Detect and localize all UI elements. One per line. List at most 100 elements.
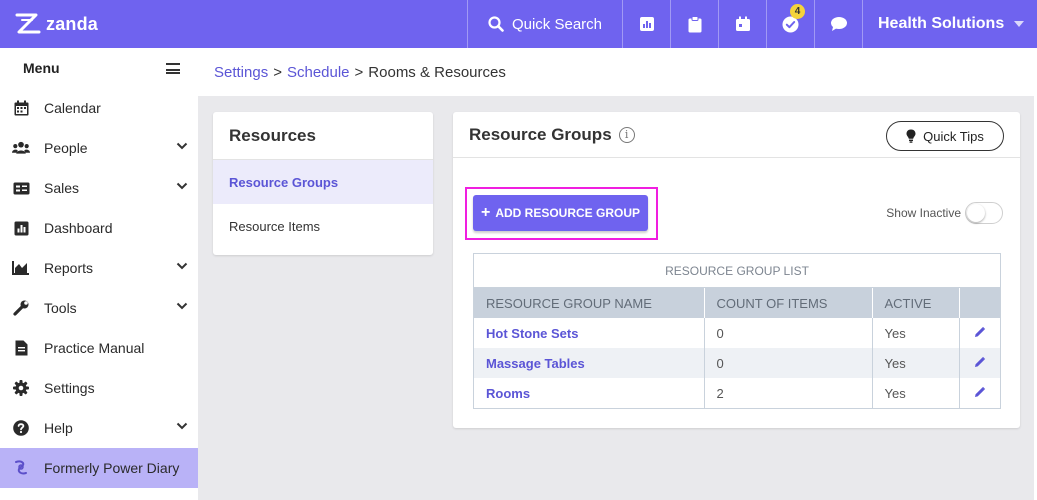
zanda-logo-mark-icon bbox=[15, 13, 41, 34]
sidebar-item-dashboard[interactable]: Dashboard bbox=[0, 208, 198, 248]
tasks-count-badge: 4 bbox=[790, 4, 805, 19]
sidebar-item-calendar[interactable]: Calendar bbox=[0, 88, 198, 128]
page-title: Resource Groups bbox=[469, 124, 612, 144]
sidebar: Menu Calendar People Sales Dashboard Rep… bbox=[0, 48, 198, 500]
pencil-icon bbox=[974, 326, 985, 337]
breadcrumb-separator: > bbox=[354, 63, 364, 81]
dashboard-icon bbox=[12, 219, 30, 237]
resources-panel: Resources Resource Groups Resource Items bbox=[213, 112, 433, 255]
resource-group-list: RESOURCE GROUP NAME COUNT OF ITEMS ACTIV… bbox=[474, 288, 1000, 408]
sidebar-item-label: Help bbox=[44, 420, 73, 436]
calendar-button[interactable] bbox=[718, 0, 766, 48]
clipboard-button[interactable] bbox=[670, 0, 718, 48]
hamburger-menu-icon[interactable] bbox=[166, 63, 180, 74]
calendar-icon bbox=[12, 99, 30, 117]
sidebar-item-label: Sales bbox=[44, 180, 80, 196]
sidebar-item-tools[interactable]: Tools bbox=[0, 288, 198, 328]
calendar-icon bbox=[735, 16, 750, 31]
resource-groups-panel: Resource Groups i Quick Tips + ADD RESOU… bbox=[453, 112, 1020, 428]
wrench-icon bbox=[12, 299, 30, 317]
column-header-count[interactable]: COUNT OF ITEMS bbox=[704, 288, 873, 318]
edit-button[interactable] bbox=[959, 348, 1000, 378]
sidebar-menu-header: Menu bbox=[0, 48, 198, 88]
quick-search-label: Quick Search bbox=[511, 15, 603, 33]
add-resource-group-button[interactable]: + ADD RESOURCE GROUP bbox=[473, 195, 648, 231]
add-resource-group-label: ADD RESOURCE GROUP bbox=[495, 206, 641, 220]
table-caption: RESOURCE GROUP LIST bbox=[474, 254, 1000, 288]
sidebar-item-formerly-power-diary[interactable]: Formerly Power Diary bbox=[0, 448, 198, 488]
column-header-name[interactable]: RESOURCE GROUP NAME bbox=[474, 288, 705, 318]
reports-icon bbox=[639, 17, 654, 31]
help-icon bbox=[12, 419, 30, 437]
edit-button[interactable] bbox=[959, 318, 1000, 348]
resource-group-active: Yes bbox=[872, 378, 960, 408]
sidebar-item-label: Dashboard bbox=[44, 220, 113, 236]
resource-group-name-link[interactable]: Massage Tables bbox=[474, 348, 705, 378]
info-icon[interactable]: i bbox=[618, 126, 635, 143]
breadcrumb-schedule-link[interactable]: Schedule bbox=[287, 64, 350, 81]
breadcrumb: Settings > Schedule > Rooms & Resources bbox=[198, 48, 1034, 96]
table-row: Rooms 2 Yes bbox=[474, 378, 1000, 408]
column-header-active[interactable]: ACTIVE bbox=[872, 288, 960, 318]
edit-button[interactable] bbox=[959, 378, 1000, 408]
sidebar-item-label: Formerly Power Diary bbox=[44, 460, 180, 476]
resource-group-count: 0 bbox=[704, 318, 873, 348]
resource-group-name-link[interactable]: Rooms bbox=[474, 378, 705, 408]
chevron-down-icon bbox=[176, 262, 188, 270]
sidebar-item-help[interactable]: Help bbox=[0, 408, 198, 448]
chat-icon bbox=[830, 17, 847, 31]
clipboard-icon bbox=[688, 15, 701, 32]
breadcrumb-current: Rooms & Resources bbox=[368, 63, 506, 81]
sales-icon bbox=[12, 179, 30, 197]
document-icon bbox=[12, 339, 30, 357]
sidebar-item-label: Practice Manual bbox=[44, 340, 145, 356]
sidebar-item-label: Calendar bbox=[44, 100, 101, 116]
resource-groups-header: Resource Groups i Quick Tips bbox=[453, 112, 1020, 158]
search-icon bbox=[488, 16, 504, 32]
sidebar-item-reports[interactable]: Reports bbox=[0, 248, 198, 288]
resource-group-active: Yes bbox=[872, 318, 960, 348]
tasks-button[interactable]: 4 bbox=[766, 0, 814, 48]
chevron-down-icon bbox=[1014, 21, 1025, 27]
quick-tips-label: Quick Tips bbox=[923, 128, 984, 144]
resource-items-link[interactable]: Resource Items bbox=[213, 204, 433, 248]
resource-group-name-link[interactable]: Hot Stone Sets bbox=[474, 318, 705, 348]
sidebar-item-people[interactable]: People bbox=[0, 128, 198, 168]
quick-tips-button[interactable]: Quick Tips bbox=[886, 121, 1004, 151]
resource-groups-link[interactable]: Resource Groups bbox=[213, 160, 433, 204]
sidebar-item-practice-manual[interactable]: Practice Manual bbox=[0, 328, 198, 368]
pencil-icon bbox=[974, 386, 985, 397]
area-chart-icon bbox=[12, 259, 30, 277]
chevron-down-icon bbox=[176, 422, 188, 430]
breadcrumb-settings-link[interactable]: Settings bbox=[214, 64, 268, 81]
pencil-icon bbox=[974, 356, 985, 367]
sidebar-item-label: Tools bbox=[44, 300, 77, 316]
organization-dropdown[interactable]: Health Solutions bbox=[862, 0, 1037, 48]
resource-group-count: 0 bbox=[704, 348, 873, 378]
chevron-down-icon bbox=[176, 302, 188, 310]
resources-title: Resources bbox=[213, 112, 433, 160]
table-row: Hot Stone Sets 0 Yes bbox=[474, 318, 1000, 348]
zanda-logo[interactable]: zanda bbox=[12, 10, 98, 38]
breadcrumb-separator: > bbox=[273, 63, 282, 81]
sidebar-item-label: People bbox=[44, 140, 88, 156]
top-bar: zanda Quick Search 4 Health Solutions bbox=[0, 0, 1037, 48]
sidebar-item-settings[interactable]: Settings bbox=[0, 368, 198, 408]
chat-button[interactable] bbox=[814, 0, 862, 48]
quick-search-button[interactable]: Quick Search bbox=[467, 0, 622, 48]
reports-button[interactable] bbox=[622, 0, 670, 48]
show-inactive-toggle[interactable] bbox=[965, 202, 1003, 224]
resource-group-active: Yes bbox=[872, 348, 960, 378]
show-inactive-label: Show Inactive bbox=[886, 206, 961, 220]
menu-label: Menu bbox=[23, 60, 60, 76]
sidebar-item-label: Settings bbox=[44, 380, 95, 396]
table-row: Massage Tables 0 Yes bbox=[474, 348, 1000, 378]
resource-group-table: RESOURCE GROUP LIST RESOURCE GROUP NAME … bbox=[473, 253, 1001, 409]
organization-name: Health Solutions bbox=[878, 15, 1005, 32]
sidebar-item-sales[interactable]: Sales bbox=[0, 168, 198, 208]
chevron-down-icon bbox=[176, 142, 188, 150]
table-header-row: RESOURCE GROUP NAME COUNT OF ITEMS ACTIV… bbox=[474, 288, 1000, 318]
sidebar-item-label: Reports bbox=[44, 260, 94, 276]
plus-icon: + bbox=[480, 204, 491, 221]
resource-group-count: 2 bbox=[704, 378, 873, 408]
